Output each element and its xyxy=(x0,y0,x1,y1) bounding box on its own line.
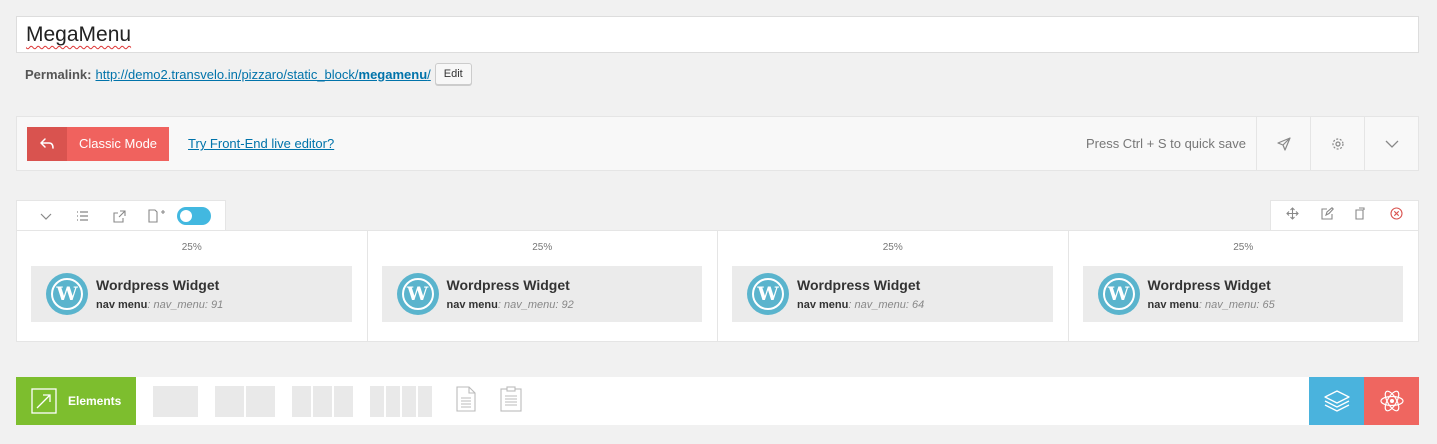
widget-title: Wordpress Widget xyxy=(446,277,570,293)
wordpress-icon: W xyxy=(396,273,439,315)
widget-title: Wordpress Widget xyxy=(1147,277,1271,293)
gear-icon[interactable] xyxy=(1310,116,1364,171)
layout-4-col[interactable] xyxy=(370,385,432,417)
column[interactable]: 25% W Wordpress Widget nav menu: nav_men… xyxy=(368,231,718,341)
wordpress-icon: W xyxy=(46,273,88,315)
wordpress-widget[interactable]: W Wordpress Widget nav menu: nav_menu: 9… xyxy=(381,266,702,322)
widget-title: Wordpress Widget xyxy=(96,277,220,293)
list-icon[interactable] xyxy=(64,201,101,232)
permalink-slug: megamenu xyxy=(358,66,428,82)
widget-title: Wordpress Widget xyxy=(797,277,921,293)
chevron-down-icon[interactable] xyxy=(27,201,64,232)
column[interactable]: 25% W Wordpress Widget nav menu: nav_men… xyxy=(17,231,368,341)
post-title-text: MegaMenu xyxy=(26,23,132,46)
column-width-label: 25% xyxy=(882,242,903,253)
export-icon[interactable] xyxy=(101,201,138,232)
permalink-link[interactable]: http://demo2.transvelo.in/pizzaro/static… xyxy=(95,67,430,82)
column[interactable]: 25% W Wordpress Widget nav menu: nav_men… xyxy=(718,231,1069,341)
row-columns: 25% W Wordpress Widget nav menu: nav_men… xyxy=(16,230,1419,342)
widget-param-label: nav menu xyxy=(1147,299,1199,311)
widget-param-value: : nav_menu: 92 xyxy=(497,299,574,311)
widget-param-label: nav menu xyxy=(446,299,498,311)
column[interactable]: 25% W Wordpress Widget nav menu: nav_men… xyxy=(1069,231,1419,341)
layers-icon[interactable] xyxy=(1309,377,1364,425)
classic-mode-label: Classic Mode xyxy=(67,126,170,161)
wordpress-icon: W xyxy=(1097,273,1140,315)
add-element-icon xyxy=(29,386,59,416)
row-toolbar-right xyxy=(1270,200,1419,231)
elements-button[interactable]: Elements xyxy=(16,377,136,425)
layout-1-col[interactable] xyxy=(153,385,198,417)
wordpress-widget[interactable]: W Wordpress Widget nav menu: nav_menu: 6… xyxy=(732,266,1053,322)
permalink-label: Permalink: xyxy=(25,66,92,82)
frontend-editor-link[interactable]: Try Front-End live editor? xyxy=(188,136,334,151)
template-icon[interactable] xyxy=(500,385,522,417)
send-icon[interactable] xyxy=(1256,116,1310,171)
chevron-down-icon[interactable] xyxy=(1364,116,1418,171)
permalink-row: Permalink: http://demo2.transvelo.in/piz… xyxy=(25,63,472,85)
edit-icon[interactable] xyxy=(1321,207,1334,225)
column-width-label: 25% xyxy=(181,242,202,253)
permalink-edit-button[interactable]: Edit xyxy=(434,63,472,85)
undo-icon xyxy=(27,126,67,161)
widget-param-value: : nav_menu: 91 xyxy=(147,299,224,311)
text-block-icon[interactable] xyxy=(456,385,476,417)
elements-label: Elements xyxy=(68,394,122,408)
copy-icon[interactable] xyxy=(1355,207,1368,225)
widget-param-label: nav menu xyxy=(797,299,849,311)
atom-icon[interactable] xyxy=(1364,377,1419,425)
composer-toolbar: Classic Mode Try Front-End live editor? … xyxy=(16,116,1419,171)
post-title-input[interactable]: MegaMenu xyxy=(16,16,1419,53)
layout-2-col[interactable] xyxy=(215,385,275,417)
wordpress-icon: W xyxy=(747,273,789,315)
add-page-icon[interactable] xyxy=(138,201,175,232)
permalink-url-base: http://demo2.transvelo.in/pizzaro/static… xyxy=(95,66,359,82)
widget-param-value: : nav_menu: 65 xyxy=(1198,299,1275,311)
permalink-trailing: / xyxy=(427,66,431,82)
wordpress-widget[interactable]: W Wordpress Widget nav menu: nav_menu: 9… xyxy=(31,266,352,322)
widget-param-value: : nav_menu: 64 xyxy=(848,299,925,311)
quick-save-hint: Press Ctrl + S to quick save xyxy=(1085,136,1246,151)
column-width-label: 25% xyxy=(532,242,553,253)
classic-mode-button[interactable]: Classic Mode xyxy=(27,126,170,161)
row-toolbar-left xyxy=(16,200,226,231)
move-icon[interactable] xyxy=(1286,207,1299,225)
column-width-label: 25% xyxy=(1233,242,1254,253)
delete-icon[interactable] xyxy=(1390,207,1403,225)
layout-3-col[interactable] xyxy=(292,385,353,417)
wordpress-widget[interactable]: W Wordpress Widget nav menu: nav_menu: 6… xyxy=(1082,266,1403,322)
row-toggle-switch[interactable] xyxy=(177,207,211,225)
widget-param-label: nav menu xyxy=(96,299,148,311)
add-element-bar: Elements xyxy=(16,377,1419,425)
